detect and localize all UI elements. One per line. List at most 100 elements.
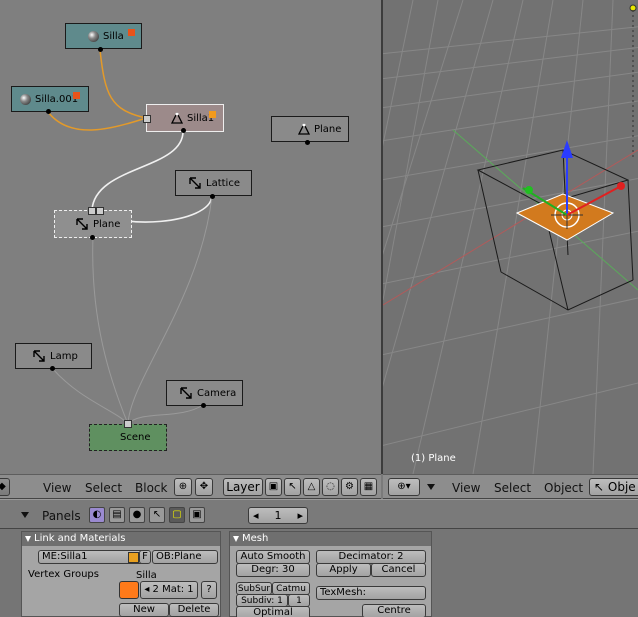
menu-view[interactable]: View [43,481,71,495]
empty-object-icon [76,218,88,230]
panel-header[interactable]: Mesh [230,532,431,546]
mesh-triangle-icon [171,112,183,124]
header-collapse-icon[interactable] [427,484,435,490]
node-camera[interactable]: Camera [166,380,243,406]
link-socket-icon [88,207,96,215]
empty-object-icon [189,177,201,189]
object-context-icon[interactable]: ↖ [149,507,165,523]
panel-title: Mesh [242,533,269,544]
link-dot [50,366,55,371]
header-collapse-icon[interactable] [21,512,29,518]
mesh-filter-icon[interactable]: △ [303,478,320,496]
selected-marker-icon [128,29,135,36]
menu-view[interactable]: View [452,481,480,495]
vertex-groups-label: Vertex Groups [28,569,99,580]
node-label: Plane [314,123,342,135]
node-label: Lamp [50,350,78,362]
menu-object[interactable]: Object [544,481,583,495]
collapse-triangle-icon [233,536,239,542]
object-name-field[interactable]: OB:Plane [152,550,218,564]
decrement-arrow-icon: ◂ [253,509,259,522]
material-sphere-icon [88,30,99,42]
scene-context-icon[interactable]: ▣ [189,507,205,523]
node-label: Plane [93,218,121,230]
buttons-header: Panels ◐ ▤ ● ↖ ▢ ▣ ◂ 1 ▸ [0,499,638,529]
empty-object-icon [180,387,192,399]
link-dot [181,128,186,133]
collapse-triangle-icon [25,536,31,542]
menu-block[interactable]: Block [135,481,167,495]
node-lamp[interactable]: Lamp [15,343,92,369]
node-plane-mesh[interactable]: Plane [271,116,349,142]
oops-header: ◆ View Select Block ⊕ ✥ Layer ▣ ↖ △ ◌ ⚙ … [0,474,381,499]
object-info-label: (1) Plane [411,453,456,464]
node-lattice[interactable]: Lattice [175,170,252,196]
script-context-icon[interactable]: ▤ [109,507,125,523]
window-type-menu[interactable]: ◆ [0,478,10,496]
fake-user-button[interactable]: F [139,550,151,564]
window-type-menu[interactable]: ⊕▾ [388,478,420,496]
link-materials-panel: Link and Materials ME:Silla1 F OB:Plane … [21,531,221,617]
selected-marker-icon [209,111,216,118]
link-dot [305,140,310,145]
buttons-window[interactable]: Panels ◐ ▤ ● ↖ ▢ ▣ ◂ 1 ▸ Link and Materi… [0,499,638,617]
node-label: Silla [103,30,124,42]
panel-header[interactable]: Link and Materials [22,532,220,546]
decimator-field[interactable]: Decimator: 2 [316,550,426,564]
material-name-label: Silla [136,570,157,581]
mode-selector[interactable]: ↖ Obje [589,478,638,496]
link-socket-icon [96,207,104,215]
help-button[interactable]: ? [201,581,217,599]
apply-button[interactable]: Apply [316,563,371,577]
object-filter-icon[interactable]: ↖ [284,478,301,496]
frame-number-field[interactable]: ◂ 1 ▸ [248,507,308,524]
smooth-degree-field[interactable]: Degr: 30 [236,563,310,577]
texmesh-field[interactable]: TexMesh: [316,586,426,600]
zoom-icon[interactable]: ⊕ [174,478,192,496]
curve-filter-icon[interactable]: ◌ [322,478,339,496]
menu-select[interactable]: Select [85,481,122,495]
optimal-toggle[interactable]: Optimal [236,606,310,617]
material-color-swatch[interactable] [119,581,139,599]
delete-material-button[interactable]: Delete [169,603,219,617]
menu-select[interactable]: Select [494,481,531,495]
node-silla-001[interactable]: Silla.001 [11,86,89,112]
texture-filter-icon[interactable]: ▦ [360,478,377,496]
oops-schematic-window[interactable]: Silla Silla.001 Silla1 Plane Lattice Pla… [0,0,381,474]
node-silla[interactable]: Silla [65,23,142,49]
selected-marker-icon [73,92,80,99]
link-socket-icon [124,420,132,428]
editing-context-icon[interactable]: ▢ [169,507,185,523]
node-label: Scene [120,432,151,443]
node-label: Lattice [206,177,240,189]
panel-title: Link and Materials [34,533,126,544]
node-scene[interactable]: Scene [89,424,167,451]
mode-label: Obje [607,480,636,494]
3d-view-header: ⊕▾ View Select Object ↖ Obje [383,474,638,499]
link-dot [98,47,103,52]
layer-toggle-button[interactable]: Layer [223,478,263,496]
pan-icon[interactable]: ✥ [195,478,213,496]
auto-smooth-button[interactable]: Auto Smooth [236,550,310,564]
increment-arrow-icon: ▸ [297,509,303,522]
link-dot [90,235,95,240]
shading-context-icon[interactable]: ● [129,507,145,523]
link-dot [201,403,206,408]
logic-context-icon[interactable]: ◐ [89,507,105,523]
viewport-grid [383,0,638,474]
material-index-field[interactable]: ◂ 2 Mat: 1 [140,581,198,599]
menu-panels[interactable]: Panels [42,509,81,523]
frame-value: 1 [274,509,282,522]
centre-button[interactable]: Centre [362,604,426,617]
mesh-panel: Mesh Auto Smooth Degr: 30 Decimator: 2 A… [229,531,432,617]
material-index-value: 2 Mat: 1 [152,584,194,595]
node-label: Camera [197,387,237,399]
3d-viewport[interactable]: (1) Plane [383,0,638,474]
material-sphere-icon [20,93,31,105]
link-socket-icon [143,115,151,123]
material-filter-icon[interactable]: ⚙ [341,478,358,496]
fake-user-icon[interactable] [128,552,139,563]
scene-filter-icon[interactable]: ▣ [265,478,282,496]
new-material-button[interactable]: New [119,603,169,617]
cancel-button[interactable]: Cancel [371,563,426,577]
